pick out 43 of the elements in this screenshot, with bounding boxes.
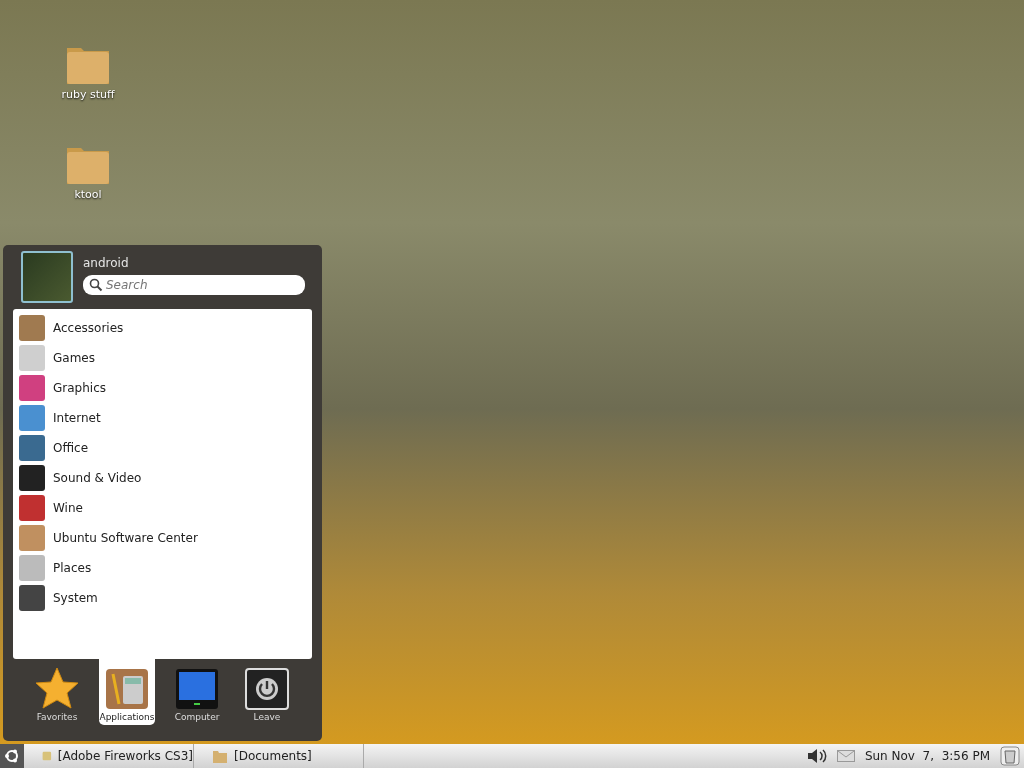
category-icon — [19, 525, 45, 551]
category-icon — [19, 495, 45, 521]
search-field[interactable]: Search — [83, 275, 305, 295]
category-icon — [19, 345, 45, 371]
category-item[interactable]: Ubuntu Software Center — [19, 523, 306, 553]
category-icon — [19, 375, 45, 401]
category-item[interactable]: Graphics — [19, 373, 306, 403]
menu-tab[interactable]: Computer — [169, 659, 225, 725]
user-avatar — [21, 251, 73, 303]
category-item[interactable]: Internet — [19, 403, 306, 433]
calculator-icon — [105, 668, 149, 710]
menu-tab[interactable]: Leave — [239, 659, 295, 725]
category-item[interactable]: System — [19, 583, 306, 613]
task-button[interactable]: [Documents] — [204, 744, 364, 768]
user-name: android — [83, 256, 130, 270]
category-icon — [19, 405, 45, 431]
menu-tab[interactable]: Applications — [99, 659, 155, 725]
category-icon — [19, 555, 45, 581]
folder-label[interactable]: ktool — [74, 188, 102, 201]
category-icon — [19, 315, 45, 341]
category-icon — [19, 435, 45, 461]
mail-icon[interactable] — [836, 750, 855, 762]
folder-label[interactable]: ruby stuff — [61, 88, 115, 101]
category-item[interactable]: Accessories — [19, 313, 306, 343]
task-button[interactable]: [Adobe Fireworks CS3] — [34, 744, 194, 768]
category-item[interactable]: Office — [19, 433, 306, 463]
menu-tab[interactable]: Favorites — [29, 659, 85, 725]
start-button[interactable] — [0, 744, 24, 768]
category-item[interactable]: Games — [19, 343, 306, 373]
category-icon — [19, 465, 45, 491]
category-item[interactable]: Sound & Video — [19, 463, 306, 493]
monitor-icon — [175, 668, 219, 710]
folder-icon — [212, 748, 228, 764]
volume-icon[interactable] — [806, 748, 827, 764]
category-item[interactable]: Wine — [19, 493, 306, 523]
trash-icon[interactable] — [1000, 746, 1020, 766]
logo-icon — [4, 748, 20, 764]
search-icon — [89, 278, 103, 292]
category-icon — [19, 585, 45, 611]
category-item[interactable]: Places — [19, 553, 306, 583]
star-icon — [34, 666, 80, 710]
power-icon — [245, 668, 289, 710]
clock[interactable]: Sun Nov 7, 3:56 PM — [864, 749, 990, 763]
